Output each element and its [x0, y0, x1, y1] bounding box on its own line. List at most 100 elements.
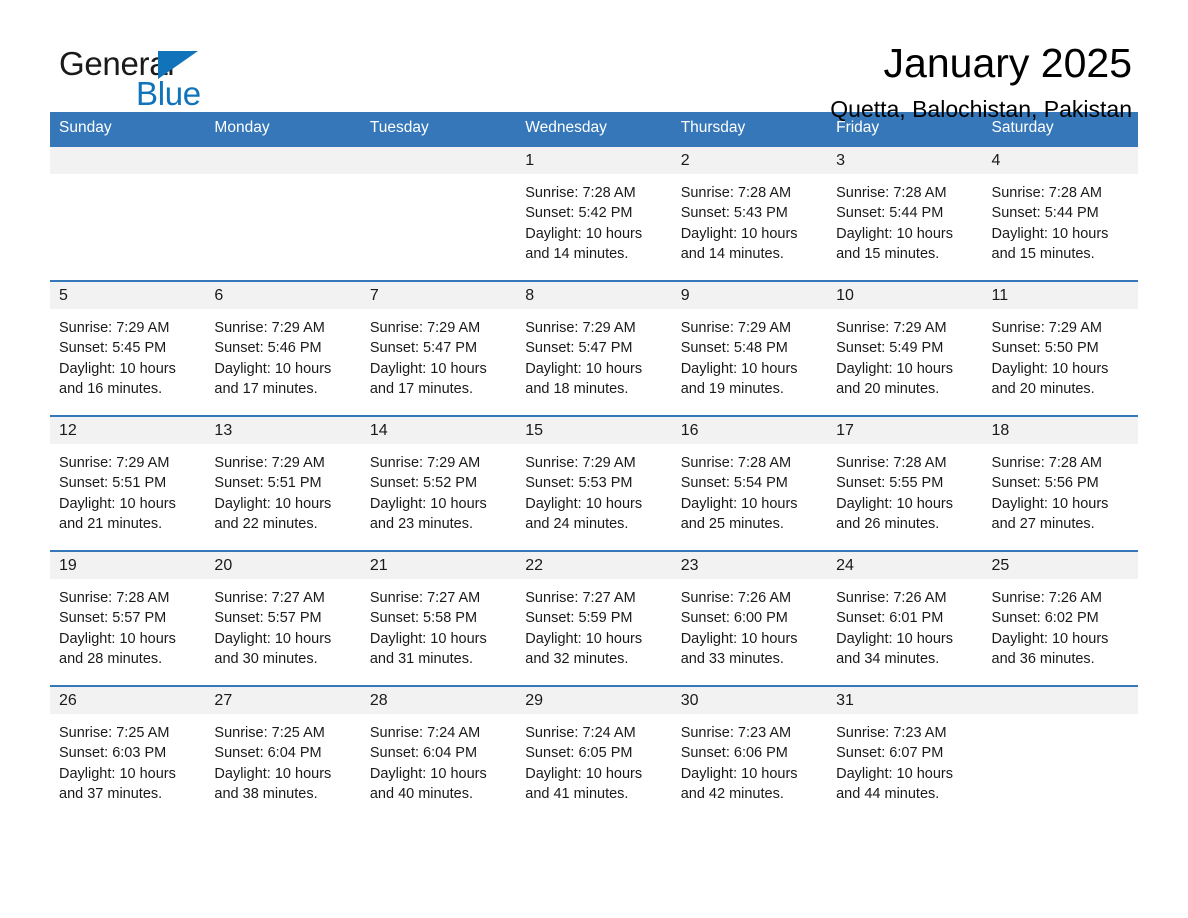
day-cell-inner[interactable]: 12 Sunrise: 7:29 AM Sunset: 5:51 PM Dayligh…	[50, 417, 206, 550]
sunset-text: Sunset: 5:56 PM	[991, 475, 1099, 492]
calendar-day-cell: 9 Sunrise: 7:29 AM Sunset: 5:48 PM Daylight…	[671, 280, 828, 416]
calendar-cell-empty	[360, 145, 517, 281]
daylight-text-line1: Daylight: 10 hours	[836, 495, 953, 512]
day-cell-inner[interactable]: 1 Sunrise: 7:28 AM Sunset: 5:42 PM Daylight…	[516, 147, 672, 280]
day-cell-inner[interactable]: 5 Sunrise: 7:29 AM Sunset: 5:45 PM Daylight…	[50, 282, 206, 415]
day-cell-inner[interactable]: 31 Sunrise: 7:23 AM Sunset: 6:07 PM Dayligh…	[827, 687, 983, 820]
day-number: 24	[827, 552, 983, 579]
day-cell-inner[interactable]: 9 Sunrise: 7:29 AM Sunset: 5:48 PM Daylight…	[671, 282, 828, 415]
sunset-text: Sunset: 5:49 PM	[836, 340, 944, 357]
day-number: 14	[360, 417, 517, 444]
calendar-day-cell: 2 Sunrise: 7:28 AM Sunset: 5:43 PM Daylight…	[671, 145, 828, 281]
sunset-text: Sunset: 5:57 PM	[59, 610, 167, 627]
day-cell-inner[interactable]: 11 Sunrise: 7:29 AM Sunset: 5:50 PM Dayligh…	[982, 282, 1138, 415]
calendar-day-cell: 5 Sunrise: 7:29 AM Sunset: 5:45 PM Daylight…	[50, 280, 206, 416]
day-cell-inner[interactable]: 20 Sunrise: 7:27 AM Sunset: 5:57 PM Dayligh…	[205, 552, 361, 685]
day-details: Sunrise: 7:28 AM Sunset: 5:44 PM Daylight:…	[983, 174, 1138, 265]
day-details: Sunrise: 7:28 AM Sunset: 5:42 PM Daylight:…	[516, 174, 671, 265]
day-cell-inner[interactable]: 14 Sunrise: 7:29 AM Sunset: 5:52 PM Dayligh…	[360, 417, 517, 550]
day-number: 6	[205, 282, 361, 309]
sunrise-text: Sunrise: 7:28 AM	[991, 455, 1102, 471]
day-details: Sunrise: 7:29 AM Sunset: 5:47 PM Daylight:…	[361, 309, 516, 400]
sunset-text: Sunset: 6:05 PM	[525, 745, 633, 762]
day-cell-inner[interactable]: 6 Sunrise: 7:29 AM Sunset: 5:46 PM Daylight…	[205, 282, 361, 415]
daylight-text-line2: and 34 minutes.	[836, 651, 940, 668]
calendar-day-cell: 28 Sunrise: 7:24 AM Sunset: 6:04 PM Dayligh…	[360, 685, 517, 820]
daylight-text-line1: Daylight: 10 hours	[836, 765, 953, 782]
day-cell-inner[interactable]: 23 Sunrise: 7:26 AM Sunset: 6:00 PM Dayligh…	[671, 552, 828, 685]
calendar-day-cell: 12 Sunrise: 7:29 AM Sunset: 5:51 PM Dayligh…	[50, 415, 206, 551]
calendar-day-cell: 14 Sunrise: 7:29 AM Sunset: 5:52 PM Dayligh…	[360, 415, 517, 551]
day-details: Sunrise: 7:25 AM Sunset: 6:04 PM Daylight:…	[205, 714, 360, 805]
day-cell-inner[interactable]: 19 Sunrise: 7:28 AM Sunset: 5:57 PM Dayligh…	[50, 552, 206, 685]
day-number-empty	[50, 147, 206, 174]
day-cell-inner[interactable]: 4 Sunrise: 7:28 AM Sunset: 5:44 PM Daylight…	[982, 147, 1138, 280]
day-cell-inner[interactable]: 21 Sunrise: 7:27 AM Sunset: 5:58 PM Dayligh…	[360, 552, 517, 685]
day-cell-inner[interactable]: 24 Sunrise: 7:26 AM Sunset: 6:01 PM Dayligh…	[827, 552, 983, 685]
daylight-text-line2: and 26 minutes.	[836, 516, 940, 533]
day-details: Sunrise: 7:28 AM Sunset: 5:56 PM Daylight:…	[983, 444, 1138, 535]
daylight-text-line1: Daylight: 10 hours	[525, 630, 643, 647]
daylight-text-line1: Daylight: 10 hours	[369, 765, 487, 782]
day-details: Sunrise: 7:29 AM Sunset: 5:53 PM Daylight:…	[516, 444, 671, 535]
daylight-text-line2: and 20 minutes.	[991, 381, 1095, 398]
sunrise-text: Sunrise: 7:23 AM	[836, 725, 947, 741]
sunset-text: Sunset: 5:44 PM	[991, 205, 1099, 222]
sunrise-text: Sunrise: 7:24 AM	[369, 725, 481, 741]
sunset-text: Sunset: 6:02 PM	[991, 610, 1099, 627]
day-cell-inner[interactable]: 28 Sunrise: 7:24 AM Sunset: 6:04 PM Dayligh…	[360, 687, 517, 820]
daylight-text-line2: and 15 minutes.	[836, 246, 940, 263]
day-number: 26	[50, 687, 206, 714]
day-number: 31	[827, 687, 983, 714]
calendar-week-row: 5 Sunrise: 7:29 AM Sunset: 5:45 PM Daylight…	[50, 280, 1138, 416]
daylight-text-line2: and 17 minutes.	[369, 381, 474, 398]
day-cell-inner[interactable]: 8 Sunrise: 7:29 AM Sunset: 5:47 PM Daylight…	[516, 282, 672, 415]
location-subtitle: Quetta, Balochistan, Pakistan	[830, 96, 1132, 122]
sunrise-text: Sunrise: 7:25 AM	[214, 725, 325, 741]
calendar-day-cell: 10 Sunrise: 7:29 AM Sunset: 5:49 PM Dayligh…	[827, 280, 983, 416]
weekday-header-tuesday: Tuesday	[360, 112, 517, 146]
weekday-header-thursday: Thursday	[671, 112, 828, 146]
day-cell-inner[interactable]: 2 Sunrise: 7:28 AM Sunset: 5:43 PM Daylight…	[671, 147, 828, 280]
day-number-empty	[360, 147, 517, 174]
daylight-text-line1: Daylight: 10 hours	[991, 360, 1109, 377]
day-cell-inner[interactable]: 17 Sunrise: 7:28 AM Sunset: 5:55 PM Dayligh…	[827, 417, 983, 550]
sunrise-text: Sunrise: 7:27 AM	[369, 590, 481, 606]
daylight-text-line1: Daylight: 10 hours	[214, 630, 332, 647]
day-cell-inner[interactable]: 30 Sunrise: 7:23 AM Sunset: 6:06 PM Dayligh…	[671, 687, 828, 820]
sunrise-text: Sunrise: 7:29 AM	[991, 320, 1102, 336]
sunset-text: Sunset: 5:45 PM	[59, 340, 167, 357]
day-cell-inner[interactable]: 10 Sunrise: 7:29 AM Sunset: 5:49 PM Dayligh…	[827, 282, 983, 415]
page-header: General Blue January 2025 Quetta, Baloch…	[50, 0, 1138, 122]
day-cell-inner[interactable]: 29 Sunrise: 7:24 AM Sunset: 6:05 PM Dayligh…	[516, 687, 672, 820]
daylight-text-line1: Daylight: 10 hours	[680, 765, 798, 782]
day-cell-inner[interactable]: 13 Sunrise: 7:29 AM Sunset: 5:51 PM Dayligh…	[205, 417, 361, 550]
calendar-cell-empty	[982, 685, 1138, 820]
day-cell-inner[interactable]: 26 Sunrise: 7:25 AM Sunset: 6:03 PM Dayligh…	[50, 687, 206, 820]
day-cell-inner[interactable]: 3 Sunrise: 7:28 AM Sunset: 5:44 PM Daylight…	[827, 147, 983, 280]
daylight-text-line1: Daylight: 10 hours	[680, 495, 798, 512]
daylight-text-line2: and 18 minutes.	[525, 381, 629, 398]
daylight-text-line2: and 37 minutes.	[59, 786, 163, 803]
daylight-text-line1: Daylight: 10 hours	[680, 630, 798, 647]
day-number: 15	[516, 417, 672, 444]
daylight-text-line1: Daylight: 10 hours	[59, 765, 176, 782]
calendar-day-cell: 24 Sunrise: 7:26 AM Sunset: 6:01 PM Dayligh…	[827, 550, 983, 686]
sunrise-text: Sunrise: 7:29 AM	[836, 320, 947, 336]
day-cell-inner[interactable]: 15 Sunrise: 7:29 AM Sunset: 5:53 PM Dayligh…	[516, 417, 672, 550]
day-cell-inner	[982, 687, 1138, 820]
day-cell-inner[interactable]: 16 Sunrise: 7:28 AM Sunset: 5:54 PM Dayligh…	[671, 417, 828, 550]
day-cell-inner[interactable]: 25 Sunrise: 7:26 AM Sunset: 6:02 PM Dayligh…	[982, 552, 1138, 685]
day-number: 17	[827, 417, 983, 444]
general-blue-logo[interactable]: General Blue	[59, 47, 209, 110]
day-cell-inner[interactable]: 22 Sunrise: 7:27 AM Sunset: 5:59 PM Dayligh…	[516, 552, 672, 685]
weekday-header-monday: Monday	[205, 112, 361, 146]
sunset-text: Sunset: 5:51 PM	[214, 475, 322, 492]
day-cell-inner[interactable]: 18 Sunrise: 7:28 AM Sunset: 5:56 PM Dayligh…	[982, 417, 1138, 550]
day-details: Sunrise: 7:29 AM Sunset: 5:52 PM Daylight:…	[361, 444, 516, 535]
day-cell-inner[interactable]: 27 Sunrise: 7:25 AM Sunset: 6:04 PM Dayligh…	[205, 687, 361, 820]
sunrise-text: Sunrise: 7:29 AM	[59, 455, 170, 471]
sunrise-text: Sunrise: 7:29 AM	[525, 455, 636, 471]
calendar-day-cell: 31 Sunrise: 7:23 AM Sunset: 6:07 PM Dayligh…	[827, 685, 983, 820]
day-cell-inner[interactable]: 7 Sunrise: 7:29 AM Sunset: 5:47 PM Daylight…	[360, 282, 517, 415]
